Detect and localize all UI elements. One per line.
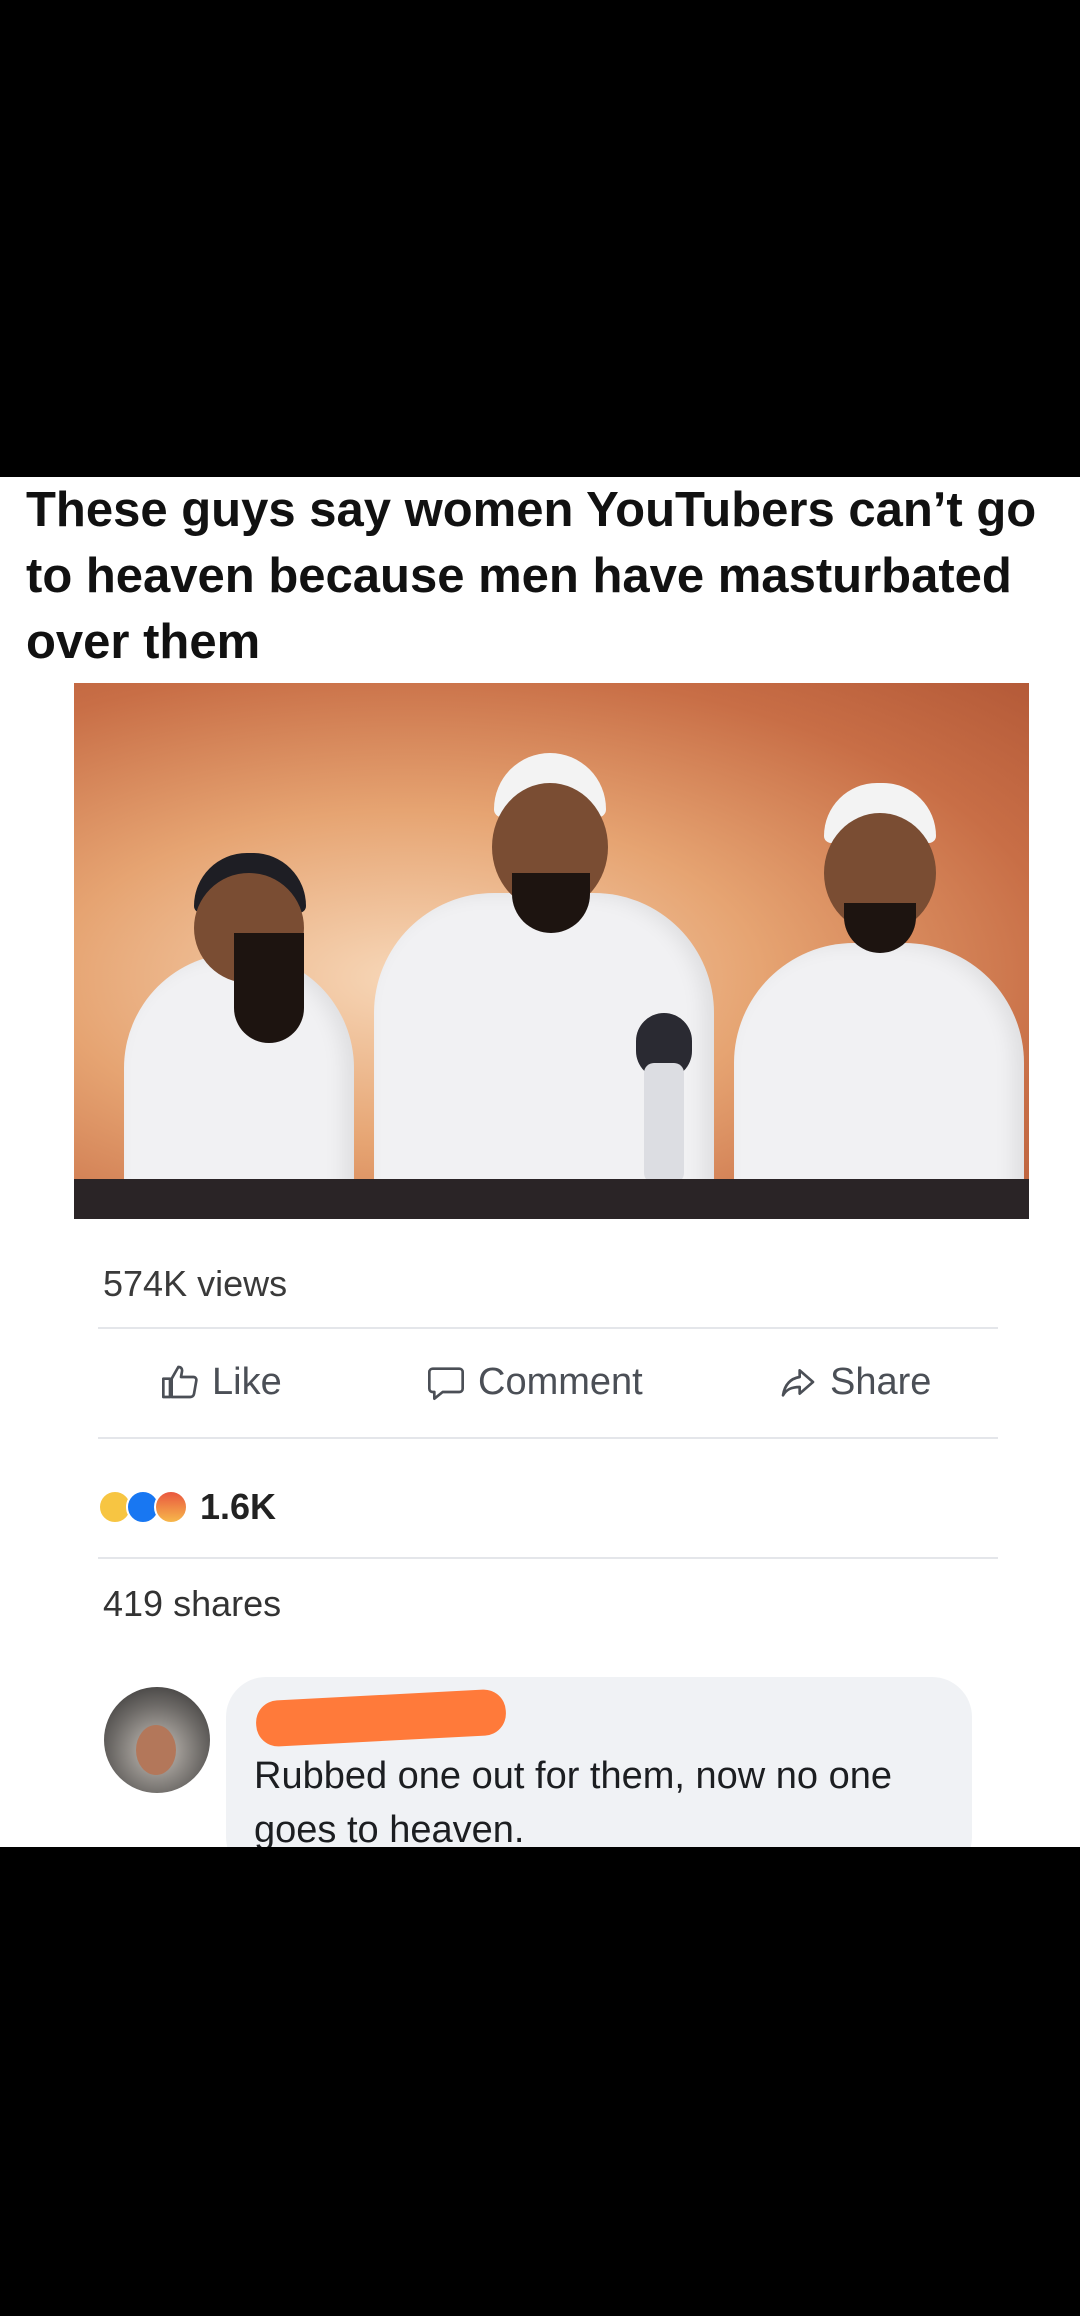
comment-text: Rubbed one out for them, now no one goes…	[254, 1755, 893, 1847]
facebook-post: 574K views Like Comment Share 1.6K 419 s…	[0, 677, 1080, 1847]
reaction-summary[interactable]: 1.6K	[98, 1477, 276, 1537]
angry-icon	[154, 1490, 188, 1524]
share-arrow-icon	[781, 1369, 815, 1397]
microphone	[634, 1013, 694, 1183]
share-count[interactable]: 419 shares	[103, 1583, 281, 1625]
comment: Rubbed one out for them, now no one goes…	[98, 1677, 998, 1847]
post-content: These guys say women YouTubers can’t go …	[0, 477, 1080, 1847]
divider	[98, 1327, 998, 1329]
desk	[74, 1179, 1029, 1219]
redacted-username	[254, 1688, 508, 1748]
comment-bubble: Rubbed one out for them, now no one goes…	[226, 1677, 972, 1847]
comment-icon	[428, 1367, 464, 1400]
action-bar: Like Comment Share	[98, 1347, 998, 1417]
person-left	[114, 833, 354, 1213]
view-count: 574K views	[103, 1263, 288, 1304]
share-button[interactable]: Share	[778, 1347, 931, 1417]
comment-button[interactable]: Comment	[426, 1347, 643, 1417]
divider	[98, 1437, 998, 1439]
screenshot: These guys say women YouTubers can’t go …	[0, 0, 1080, 2316]
like-label: Like	[212, 1360, 282, 1403]
divider	[98, 1557, 998, 1559]
share-label: Share	[830, 1360, 932, 1403]
thumbs-up-icon	[162, 1365, 198, 1399]
meme-caption: These guys say women YouTubers can’t go …	[26, 483, 1037, 669]
comment-label: Comment	[478, 1360, 643, 1403]
reaction-count: 1.6K	[200, 1486, 277, 1527]
person-right	[724, 783, 1024, 1219]
like-button[interactable]: Like	[160, 1347, 282, 1417]
commenter-avatar[interactable]	[104, 1687, 210, 1793]
video-thumbnail[interactable]	[74, 683, 1029, 1219]
